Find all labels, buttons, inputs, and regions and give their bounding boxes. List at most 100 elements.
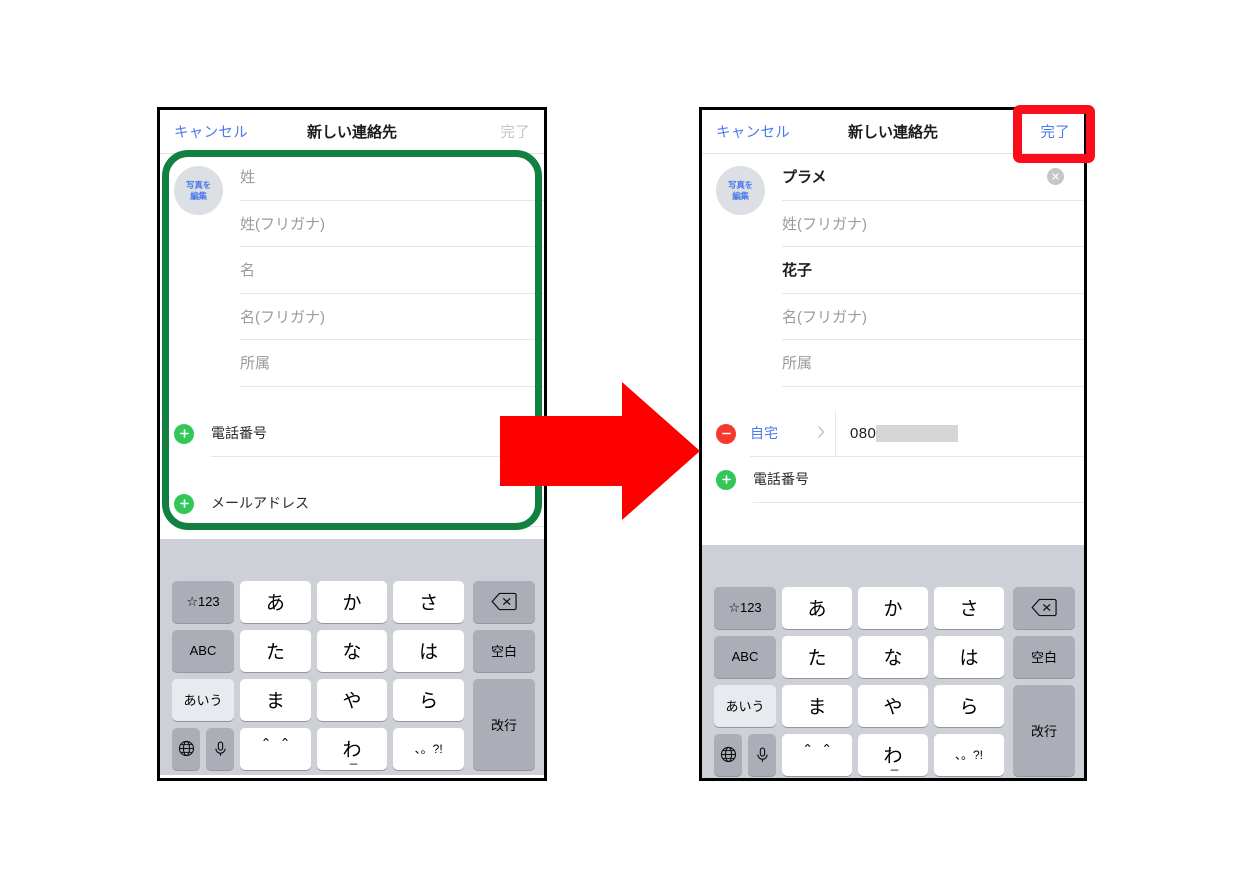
- key-return[interactable]: 改行: [1013, 684, 1075, 776]
- add-phone-label: 電話番号: [211, 411, 544, 457]
- screenshot-stage: キャンセル 新しい連絡先 完了 写真を 編集 姓 姓(フリガナ) 名 名(フリガ…: [0, 0, 1251, 885]
- name-fields: プラメ 姓(フリガナ) 花子 名(フリガナ) 所属: [782, 154, 1084, 387]
- key-space[interactable]: 空白: [473, 629, 535, 672]
- navigation-bar: キャンセル 新しい連絡先 完了: [702, 110, 1084, 154]
- key-ma[interactable]: ま: [782, 684, 852, 727]
- navigation-bar: キャンセル 新しい連絡先 完了: [160, 110, 544, 154]
- phone-type-selector[interactable]: 自宅: [750, 410, 836, 457]
- last-name-kana-placeholder: 姓(フリガナ): [782, 215, 867, 233]
- first-name-kana-placeholder: 名(フリガナ): [782, 308, 867, 326]
- redaction-block: [876, 424, 959, 442]
- avatar-label-line1: 写真を: [728, 179, 753, 190]
- key-wa[interactable]: わ _: [316, 727, 388, 770]
- chevron-right-icon: [818, 426, 825, 440]
- phone-type-label: 自宅: [750, 425, 778, 441]
- key-caret[interactable]: ＾＾: [240, 727, 311, 770]
- first-name-kana-field[interactable]: 名(フリガナ): [240, 294, 544, 340]
- key-abc[interactable]: ABC: [172, 629, 234, 672]
- first-name-field[interactable]: 名: [240, 247, 544, 294]
- edit-photo-avatar[interactable]: 写真を 編集: [716, 166, 765, 215]
- minus-icon[interactable]: [716, 423, 736, 444]
- avatar-label-line2: 編集: [732, 190, 749, 201]
- key-na[interactable]: な: [858, 635, 928, 678]
- last-name-kana-field[interactable]: 姓(フリガナ): [240, 201, 544, 247]
- add-phone-label: 電話番号: [753, 457, 1084, 503]
- edit-photo-avatar[interactable]: 写真を 編集: [174, 166, 223, 215]
- key-globe[interactable]: [714, 733, 742, 776]
- keyboard-row-1: ☆123 あ か さ: [166, 580, 470, 623]
- cancel-button[interactable]: キャンセル: [716, 121, 790, 142]
- phone-number-value: 080: [850, 424, 877, 442]
- key-punct[interactable]: 、。?!: [393, 727, 465, 770]
- contact-form-area: 写真を 編集 プラメ 姓(フリガナ) 花子 名(フリガナ) 所属 自宅 080 …: [702, 154, 1084, 545]
- key-ka[interactable]: か: [858, 586, 928, 629]
- add-phone-row[interactable]: 電話番号: [160, 410, 544, 457]
- cancel-button[interactable]: キャンセル: [174, 121, 248, 142]
- plus-icon: [174, 493, 194, 514]
- company-placeholder: 所属: [240, 355, 271, 373]
- form-filler: [160, 526, 544, 539]
- section-gap: [160, 386, 544, 411]
- keyboard-right-column: 空白 改行: [1010, 586, 1078, 776]
- last-name-field[interactable]: プラメ: [782, 154, 1084, 201]
- add-email-row[interactable]: メールアドレス: [160, 480, 544, 527]
- key-ya[interactable]: や: [316, 678, 388, 721]
- key-ta[interactable]: た: [240, 629, 311, 672]
- company-field[interactable]: 所属: [240, 340, 544, 387]
- key-aiu[interactable]: あいう: [172, 678, 234, 721]
- japanese-keyboard: ☆123 あ か さ ABC た な は あいう ま や ら ＾＾ わ _ 、。…: [160, 538, 544, 775]
- key-globe[interactable]: [172, 727, 200, 770]
- key-sa[interactable]: さ: [393, 580, 465, 623]
- keyboard-suggestion-bar: [163, 545, 541, 581]
- key-ka[interactable]: か: [316, 580, 388, 623]
- add-phone-row[interactable]: 電話番号: [702, 456, 1084, 503]
- key-ra[interactable]: ら: [934, 684, 1004, 727]
- key-ta[interactable]: た: [782, 635, 852, 678]
- key-space[interactable]: 空白: [1013, 635, 1075, 678]
- name-block: 写真を 編集 プラメ 姓(フリガナ) 花子 名(フリガナ) 所属: [702, 154, 1084, 387]
- key-symbols[interactable]: ☆123: [714, 586, 776, 629]
- key-ha[interactable]: は: [934, 635, 1004, 678]
- keyboard-row-3: あいう ま や ら: [166, 678, 470, 721]
- keyboard-row-4: ＾＾ わ _ 、。?!: [166, 727, 470, 770]
- key-aiu[interactable]: あいう: [714, 684, 776, 727]
- first-name-kana-field[interactable]: 名(フリガナ): [782, 294, 1084, 340]
- key-a[interactable]: あ: [782, 586, 852, 629]
- last-name-kana-field[interactable]: 姓(フリガナ): [782, 201, 1084, 247]
- key-sa[interactable]: さ: [934, 586, 1004, 629]
- done-button[interactable]: 完了: [500, 121, 530, 142]
- first-name-value: 花子: [782, 262, 813, 280]
- key-delete[interactable]: [473, 580, 535, 623]
- key-ha[interactable]: は: [393, 629, 465, 672]
- key-ra[interactable]: ら: [393, 678, 465, 721]
- key-na[interactable]: な: [316, 629, 388, 672]
- company-field[interactable]: 所属: [782, 340, 1084, 387]
- phone-entry-row[interactable]: 自宅 080: [702, 410, 1084, 457]
- plus-icon: [174, 423, 194, 444]
- contact-form-area: 写真を 編集 姓 姓(フリガナ) 名 名(フリガナ) 所属 電話番号 メールアド…: [160, 154, 544, 539]
- key-symbols[interactable]: ☆123: [172, 580, 234, 623]
- phone-number-input[interactable]: 080: [836, 411, 1084, 457]
- minus-wrap: [716, 411, 736, 457]
- key-return[interactable]: 改行: [473, 678, 535, 770]
- phone-screenshot-before: キャンセル 新しい連絡先 完了 写真を 編集 姓 姓(フリガナ) 名 名(フリガ…: [157, 107, 547, 781]
- key-ya[interactable]: や: [858, 684, 928, 727]
- key-abc[interactable]: ABC: [714, 635, 776, 678]
- keyboard-suggestion-bar: [705, 551, 1081, 587]
- last-name-field[interactable]: 姓: [240, 154, 544, 201]
- clear-icon[interactable]: [1047, 168, 1064, 186]
- done-button[interactable]: 完了: [1040, 121, 1070, 142]
- first-name-kana-placeholder: 名(フリガナ): [240, 308, 325, 326]
- first-name-field[interactable]: 花子: [782, 247, 1084, 294]
- key-ma[interactable]: ま: [240, 678, 311, 721]
- key-mic[interactable]: [748, 733, 776, 776]
- key-delete[interactable]: [1013, 586, 1075, 629]
- plus-icon: [716, 469, 736, 490]
- key-caret[interactable]: ＾＾: [782, 733, 852, 776]
- key-wa[interactable]: わ _: [858, 733, 928, 776]
- name-block: 写真を 編集 姓 姓(フリガナ) 名 名(フリガナ) 所属: [160, 154, 544, 387]
- last-name-value: プラメ: [782, 169, 827, 187]
- key-mic[interactable]: [206, 727, 234, 770]
- key-a[interactable]: あ: [240, 580, 311, 623]
- key-punct[interactable]: 、。?!: [934, 733, 1004, 776]
